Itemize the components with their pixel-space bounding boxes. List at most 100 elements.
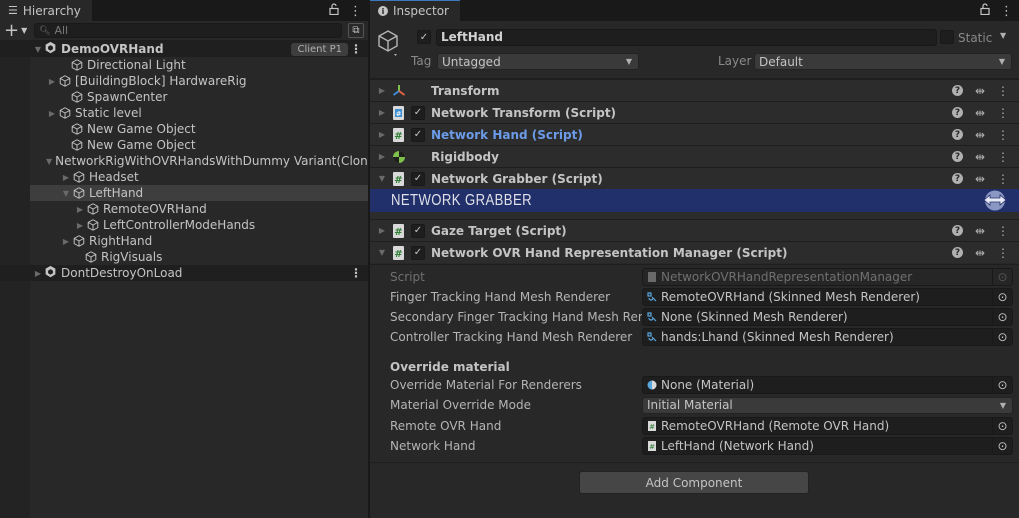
component-header-gaze-target[interactable]: ▶ # ✓ Gaze Target (Script) ? ⇹ ⋮ <box>370 219 1019 241</box>
material-override-mode-dropdown[interactable]: Initial Material ▼ <box>642 396 1013 414</box>
component-header-hand-representation-manager[interactable]: ▼ # ✓ Network OVR Hand Representation Ma… <box>370 241 1019 263</box>
presets-icon[interactable]: ⇹ <box>975 172 985 186</box>
component-header-transform[interactable]: ▶ Transform ? ⇹ ⋮ <box>370 79 1019 101</box>
hierarchy-item[interactable]: RigVisuals <box>30 249 368 265</box>
help-icon[interactable]: ? <box>951 225 963 236</box>
expand-arrow-icon[interactable]: ▶ <box>376 130 388 139</box>
component-title: Network OVR Hand Representation Manager … <box>431 245 788 260</box>
lock-icon[interactable] <box>980 3 990 19</box>
hierarchy-item[interactable]: SpawnCenter <box>30 89 368 105</box>
static-dropdown-icon[interactable]: ▼ <box>1000 31 1006 40</box>
presets-icon[interactable]: ⇹ <box>975 84 985 98</box>
expand-arrow-icon[interactable]: ▶ <box>32 269 44 278</box>
help-icon[interactable]: ? <box>951 173 963 184</box>
expand-arrow-icon[interactable]: ▶ <box>46 77 58 86</box>
object-picker-icon[interactable]: ⊙ <box>992 377 1012 393</box>
more-options-icon[interactable]: ⋮ <box>1000 4 1013 19</box>
expand-arrow-icon[interactable]: ▶ <box>74 221 86 230</box>
tab-inspector[interactable]: i Inspector <box>370 0 460 21</box>
hierarchy-item[interactable]: ▶ Headset <box>30 169 368 185</box>
hierarchy-item[interactable]: Directional Light <box>30 57 368 73</box>
help-icon[interactable]: ? <box>951 151 963 162</box>
expand-arrow-icon[interactable]: ▶ <box>376 86 388 95</box>
component-menu-icon[interactable]: ⋮ <box>997 172 1009 186</box>
component-menu-icon[interactable]: ⋮ <box>997 150 1009 164</box>
component-enabled-checkbox[interactable]: ✓ <box>411 105 425 120</box>
property-label: Script <box>390 270 425 284</box>
object-picker-icon[interactable]: ⊙ <box>992 329 1012 345</box>
object-field[interactable]: None (Material) ⊙ <box>642 376 1013 394</box>
scene-options-icon[interactable]: ⋮ <box>350 42 362 56</box>
presets-icon[interactable]: ⇹ <box>975 224 985 238</box>
object-field[interactable]: # LeftHand (Network Hand) ⊙ <box>642 437 1013 455</box>
collapse-arrow-icon[interactable]: ▼ <box>376 248 388 257</box>
component-header-network-hand[interactable]: ▶ # ✓ Network Hand (Script) ? ⇹ ⋮ <box>370 123 1019 145</box>
help-icon[interactable]: ? <box>951 129 963 140</box>
hierarchy-search-input[interactable]: 🔍︎ All <box>34 23 342 38</box>
layer-dropdown[interactable]: Default ▼ <box>754 53 1012 70</box>
scene-options-icon[interactable]: ⋮ <box>350 266 362 280</box>
tab-hierarchy[interactable]: ☰ Hierarchy <box>0 0 92 21</box>
expand-arrow-icon[interactable]: ▶ <box>376 108 388 117</box>
create-button[interactable]: + ▼ <box>4 20 28 41</box>
component-enabled-checkbox[interactable]: ✓ <box>411 171 425 186</box>
hierarchy-item-label: New Game Object <box>87 122 196 136</box>
expand-arrow-icon[interactable]: ▼ <box>46 157 52 166</box>
gameobject-icon-selector[interactable] <box>376 29 400 60</box>
component-header-network-transform[interactable]: ▶ # ✓ Network Transform (Script) ? ⇹ ⋮ <box>370 101 1019 123</box>
presets-icon[interactable]: ⇹ <box>975 246 985 260</box>
hierarchy-item[interactable]: ▼ NetworkRigWithOVRHandsWithDummy Varian… <box>30 153 368 169</box>
component-enabled-checkbox[interactable]: ✓ <box>411 245 425 260</box>
lock-icon[interactable] <box>329 3 339 19</box>
expand-arrow-icon[interactable]: ▼ <box>32 45 44 54</box>
expand-arrow-icon[interactable]: ▶ <box>60 237 72 246</box>
hierarchy-item-selected[interactable]: ▼ LeftHand <box>30 185 368 201</box>
object-picker-icon[interactable]: ⊙ <box>992 438 1012 454</box>
component-header-rigidbody[interactable]: ▶ Rigidbody ? ⇹ ⋮ <box>370 145 1019 167</box>
collapse-arrow-icon[interactable]: ▼ <box>376 174 388 183</box>
component-menu-icon[interactable]: ⋮ <box>997 84 1009 98</box>
search-scene-button[interactable]: ⧉ <box>348 23 364 38</box>
hierarchy-scene-row[interactable]: ▼ DemoOVRHand Client P1 ⋮ <box>0 41 368 57</box>
object-picker-icon[interactable]: ⊙ <box>992 418 1012 434</box>
object-field[interactable]: RemoteOVRHand (Skinned Mesh Renderer) ⊙ <box>642 288 1013 306</box>
hierarchy-item[interactable]: ▶ Static level <box>30 105 368 121</box>
hierarchy-item[interactable]: ▶ LeftControllerModeHands <box>30 217 368 233</box>
presets-icon[interactable]: ⇹ <box>975 128 985 142</box>
expand-arrow-icon[interactable]: ▶ <box>376 152 388 161</box>
static-checkbox[interactable] <box>940 30 954 44</box>
hierarchy-scene-row[interactable]: ▶ DontDestroyOnLoad ⋮ <box>0 265 368 281</box>
presets-icon[interactable]: ⇹ <box>975 106 985 120</box>
component-menu-icon[interactable]: ⋮ <box>997 128 1009 142</box>
component-menu-icon[interactable]: ⋮ <box>997 246 1009 260</box>
active-checkbox[interactable]: ✓ <box>417 30 431 44</box>
add-component-button[interactable]: Add Component <box>579 471 809 494</box>
component-menu-icon[interactable]: ⋮ <box>997 224 1009 238</box>
component-enabled-checkbox[interactable]: ✓ <box>411 127 425 142</box>
object-field[interactable]: # RemoteOVRHand (Remote OVR Hand) ⊙ <box>642 417 1013 435</box>
component-header-network-grabber[interactable]: ▼ # ✓ Network Grabber (Script) ? ⇹ ⋮ <box>370 167 1019 189</box>
help-icon[interactable]: ? <box>951 85 963 96</box>
presets-icon[interactable]: ⇹ <box>975 150 985 164</box>
hierarchy-item[interactable]: ▶ RightHand <box>30 233 368 249</box>
component-enabled-checkbox[interactable]: ✓ <box>411 223 425 238</box>
object-picker-icon[interactable]: ⊙ <box>992 309 1012 325</box>
expand-arrow-icon[interactable]: ▼ <box>60 189 72 198</box>
expand-arrow-icon[interactable]: ▶ <box>60 173 72 182</box>
object-field[interactable]: None (Skinned Mesh Renderer) ⊙ <box>642 308 1013 326</box>
component-menu-icon[interactable]: ⋮ <box>997 106 1009 120</box>
object-field[interactable]: hands:Lhand (Skinned Mesh Renderer) ⊙ <box>642 328 1013 346</box>
expand-arrow-icon[interactable]: ▶ <box>74 205 86 214</box>
object-name-input[interactable]: LeftHand <box>436 29 937 46</box>
object-picker-icon[interactable]: ⊙ <box>992 289 1012 305</box>
hierarchy-item[interactable]: ▶ [BuildingBlock] HardwareRig <box>30 73 368 89</box>
hierarchy-item[interactable]: New Game Object <box>30 137 368 153</box>
expand-arrow-icon[interactable]: ▶ <box>376 226 388 235</box>
expand-arrow-icon[interactable]: ▶ <box>46 109 58 118</box>
more-options-icon[interactable]: ⋮ <box>349 4 362 19</box>
hierarchy-item[interactable]: ▶ RemoteOVRHand <box>30 201 368 217</box>
tag-dropdown[interactable]: Untagged ▼ <box>437 53 639 70</box>
hierarchy-item[interactable]: New Game Object <box>30 121 368 137</box>
help-icon[interactable]: ? <box>951 107 963 118</box>
help-icon[interactable]: ? <box>951 247 963 258</box>
